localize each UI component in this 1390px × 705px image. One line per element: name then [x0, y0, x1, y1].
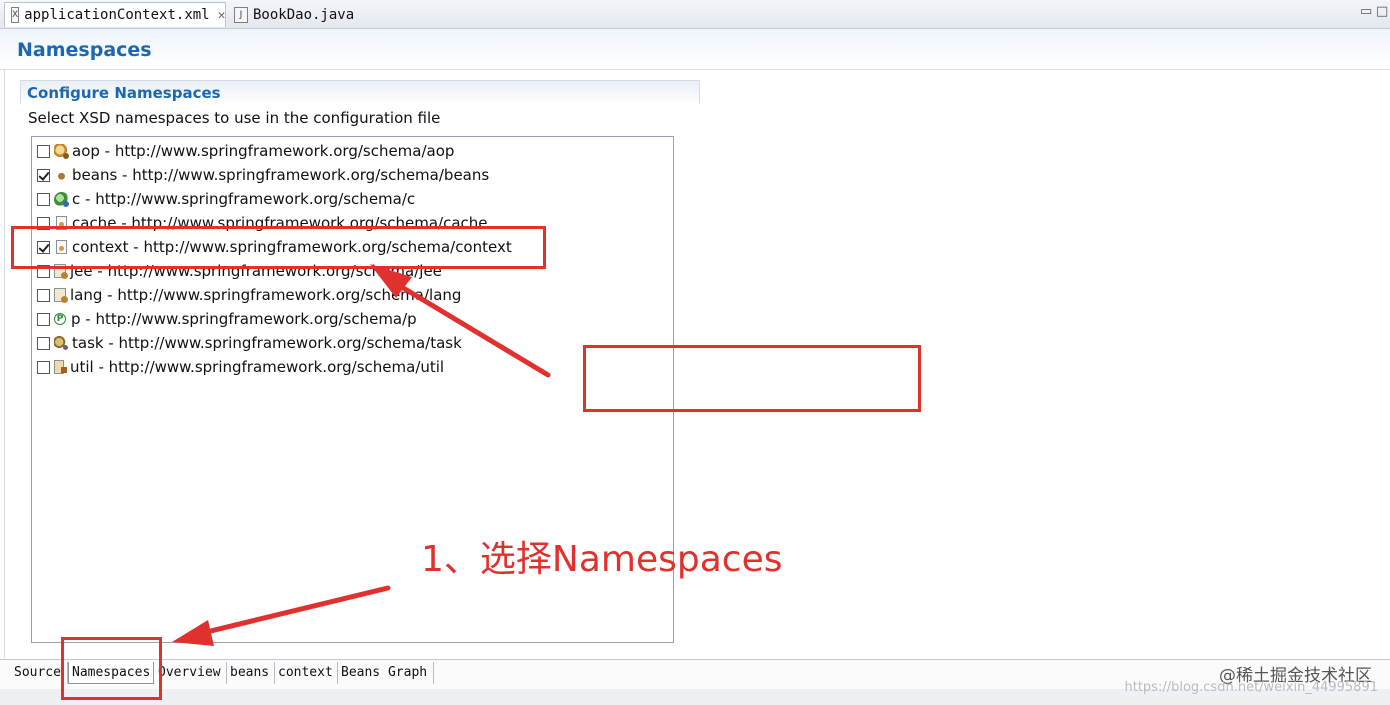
highlight-box-namespaces-tab — [61, 637, 162, 700]
minimize-icon[interactable]: ▭ — [1360, 4, 1372, 19]
editor-tab-bookdao[interactable]: J BookDao.java — [228, 2, 358, 27]
xml-file-icon: X — [11, 7, 20, 23]
namespace-label: aop - http://www.springframework.org/sch… — [72, 142, 455, 160]
namespace-label: util - http://www.springframework.org/sc… — [70, 358, 445, 376]
namespace-checkbox-aop[interactable] — [37, 144, 50, 158]
lang-icon — [54, 288, 68, 303]
section-description: Select XSD namespaces to use in the conf… — [28, 109, 441, 127]
task-icon — [54, 335, 69, 351]
beans-icon — [54, 167, 69, 183]
namespace-label: task - http://www.springframework.org/sc… — [72, 334, 462, 352]
namespace-checkbox-util[interactable] — [37, 360, 50, 374]
namespace-checkbox-p[interactable] — [37, 312, 50, 326]
namespace-row-aop[interactable]: aop - http://www.springframework.org/sch… — [37, 139, 454, 163]
content-divider — [4, 70, 5, 658]
namespace-row-beans[interactable]: beans - http://www.springframework.org/s… — [37, 163, 489, 187]
tab-beans-graph[interactable]: Beans Graph — [338, 662, 434, 684]
namespace-row-p[interactable]: P p - http://www.springframework.org/sch… — [37, 307, 417, 331]
highlight-box-empty — [583, 345, 921, 412]
tab-context[interactable]: context — [275, 662, 338, 684]
namespace-checkbox-c[interactable] — [37, 192, 50, 206]
editor-tab-label: BookDao.java — [253, 6, 355, 23]
close-icon[interactable]: ✕ — [218, 8, 226, 23]
editor-tab-strip: X applicationContext.xml ✕ J BookDao.jav… — [0, 0, 1390, 29]
namespace-row-util[interactable]: util - http://www.springframework.org/sc… — [37, 355, 444, 379]
namespace-checkbox-task[interactable] — [37, 336, 50, 350]
editor-tab-label: applicationContext.xml — [24, 7, 210, 23]
annotation-text: 1、选择Namespaces — [421, 539, 783, 580]
highlight-box-context — [11, 226, 546, 269]
maximize-icon[interactable]: □ — [1376, 4, 1388, 19]
namespace-label: p - http://www.springframework.org/schem… — [71, 310, 417, 328]
namespace-label: lang - http://www.springframework.org/sc… — [70, 286, 462, 304]
c-icon — [54, 191, 69, 207]
namespace-checkbox-lang[interactable] — [37, 288, 50, 302]
namespace-checkbox-beans[interactable] — [37, 168, 50, 182]
namespace-label: c - http://www.springframework.org/schem… — [72, 190, 416, 208]
page-header: Namespaces — [0, 29, 1390, 70]
aop-icon — [54, 143, 69, 159]
section-header[interactable]: Configure Namespaces — [20, 80, 700, 104]
tab-overview[interactable]: Overview — [155, 662, 227, 684]
watermark-url: https://blog.csdn.net/weixin_44995891 — [1124, 680, 1378, 695]
util-icon — [54, 360, 67, 374]
namespace-row-c[interactable]: c - http://www.springframework.org/schem… — [37, 187, 415, 211]
namespace-row-task[interactable]: task - http://www.springframework.org/sc… — [37, 331, 462, 355]
namespace-label: beans - http://www.springframework.org/s… — [72, 166, 490, 184]
tab-beans[interactable]: beans — [227, 662, 275, 684]
java-file-icon: J — [234, 6, 248, 23]
tab-source[interactable]: Source — [11, 662, 68, 684]
page-title: Namespaces — [17, 39, 152, 61]
section-title: Configure Namespaces — [27, 84, 221, 102]
editor-tab-applicationcontext[interactable]: X applicationContext.xml ✕ — [4, 2, 226, 27]
p-icon: P — [54, 313, 66, 325]
namespace-row-lang[interactable]: lang - http://www.springframework.org/sc… — [37, 283, 461, 307]
